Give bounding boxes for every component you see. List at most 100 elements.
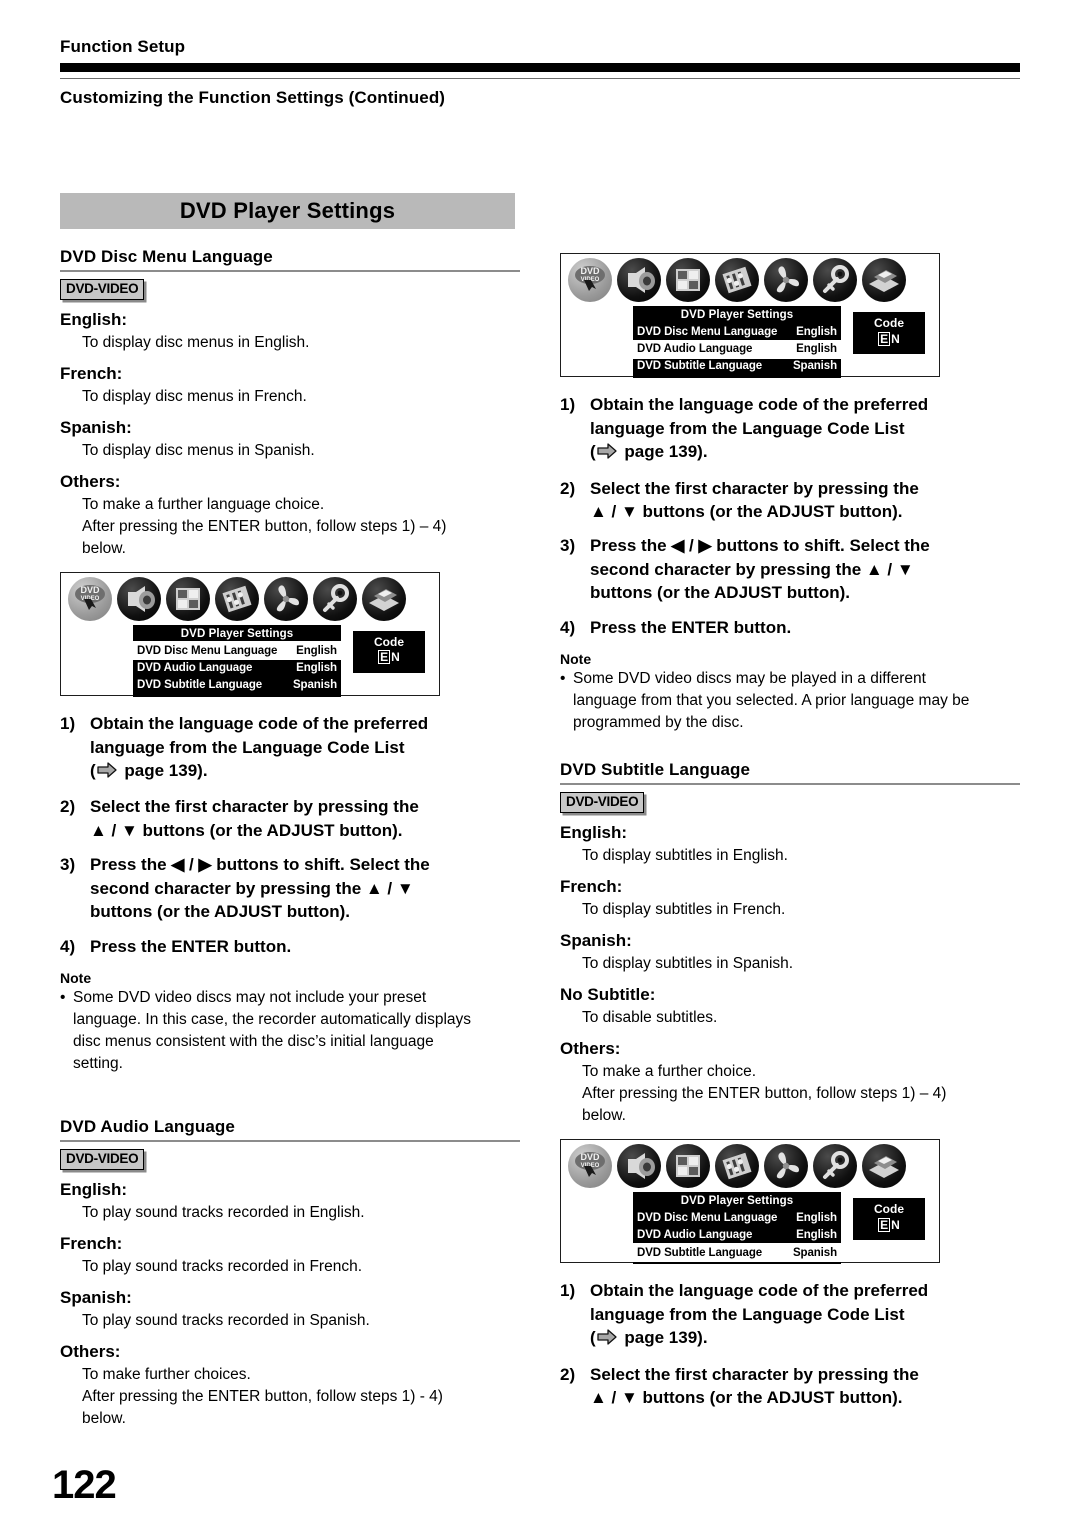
disc-tray-icon (862, 1144, 906, 1189)
step-text: Obtain the language code of the preferre… (90, 712, 520, 784)
step-number: 4) (560, 617, 576, 637)
desc-line: To make further choices. (82, 1366, 251, 1384)
page-header: Function Setup Customizing the Function … (60, 0, 1020, 108)
av-settings-icon (715, 258, 759, 303)
step-line: Obtain the language code of the preferre… (590, 1281, 929, 1301)
desc-line: To display disc menus in French. (82, 387, 307, 405)
option-desc: To disable subtitles. (582, 1007, 1020, 1029)
osd-row-value: Spanish (792, 360, 837, 373)
option-term: No Subtitle: (560, 985, 656, 1005)
option-term: Spanish: (560, 931, 632, 951)
disc-tray-icon (862, 258, 906, 303)
desc-line: To make a further choice. (582, 1063, 757, 1081)
osd-row-audio-language[interactable]: DVD Audio Language English (133, 659, 341, 676)
osd-menu-panel: DVD Player Settings DVD Disc Menu Langua… (632, 1192, 842, 1265)
option-term: Spanish: (60, 417, 132, 437)
step-number: 1) (560, 395, 576, 415)
subsection-heading-disc-menu: DVD Disc Menu Language (60, 247, 520, 273)
desc-line: To play sound tracks recorded in English… (82, 1203, 365, 1221)
badge-row-subtitle: DVD-VIDEO (560, 792, 1020, 813)
osd-row-label: DVD Subtitle Language (637, 1246, 763, 1259)
osd-screenshot-audio: DVDVIDEO (560, 253, 940, 379)
step-number: 1) (560, 1281, 576, 1301)
osd-row-label: DVD Disc Menu Language (637, 325, 778, 338)
step-item: 1) Obtain the language code of the prefe… (560, 393, 1020, 465)
step-line: second character by pressing the ▲ / ▼ (590, 559, 914, 579)
page-title: DVD Player Settings (179, 198, 396, 224)
desc-line: After pressing the ENTER button, follow … (582, 1085, 947, 1103)
steps-list-audio: 1) Obtain the language code of the prefe… (560, 393, 1020, 639)
step-line: Press the ENTER button. (590, 617, 792, 637)
key-lock-icon (813, 258, 857, 303)
osd-menu-title: DVD Player Settings (680, 309, 794, 322)
step-item: 1) Obtain the language code of the prefe… (560, 1279, 1020, 1351)
osd-row-label: DVD Disc Menu Language (137, 644, 278, 657)
osd-row-value: English (796, 325, 837, 338)
note-line: programmed by the disc. (573, 714, 744, 732)
paren-open: ( (590, 1328, 596, 1348)
step-text: Select the first character by pressing t… (590, 477, 1020, 524)
step-item: 3) Press the ◀ / ▶ buttons to shift. Sel… (60, 853, 520, 923)
osd-row-disc-menu-language[interactable]: DVD Disc Menu Language English (633, 1209, 841, 1226)
option-desc: To make a further language choice. After… (82, 494, 520, 560)
dvd-video-disc-icon: DVDVIDEO (68, 577, 112, 622)
dvd-video-disc-icon: DVDVIDEO (568, 1144, 612, 1189)
step-text: Press the ◀ / ▶ buttons to shift. Select… (90, 853, 520, 923)
note-item: • Some DVD video discs may not include y… (60, 987, 520, 1075)
subsection-heading-subtitle: DVD Subtitle Language (560, 760, 1020, 786)
display-grid-icon (166, 577, 210, 622)
osd-row-value: English (796, 1229, 837, 1242)
option-list-audio: English: To play sound tracks recorded i… (60, 1179, 520, 1430)
desc-line: To display subtitles in French. (582, 901, 786, 919)
osd-row-disc-menu-language[interactable]: DVD Disc Menu Language English (633, 323, 841, 340)
desc-line: To display disc menus in English. (82, 333, 310, 351)
osd-row-subtitle-language[interactable]: DVD Subtitle Language Spanish (632, 1243, 842, 1263)
note-block-disc-menu: Note • Some DVD video discs may not incl… (60, 969, 520, 1075)
osd-menu-title: DVD Player Settings (680, 1195, 794, 1208)
step-item: 2) Select the first character by pressin… (560, 477, 1020, 524)
osd-row-label: DVD Subtitle Language (137, 679, 263, 692)
osd-row-value: English (296, 644, 337, 657)
osd-row-audio-language[interactable]: DVD Audio Language English (632, 339, 842, 359)
page-reference-arrow-icon (97, 761, 117, 784)
option-list-disc-menu: English: To display disc menus in Englis… (60, 309, 520, 560)
osd-row-label: DVD Audio Language (637, 343, 753, 356)
header-subtitle: Customizing the Function Settings (Conti… (60, 88, 446, 108)
svg-text:DVD: DVD (580, 1152, 600, 1162)
step-item: 4) Press the ENTER button. (60, 935, 520, 958)
osd-menu-panel: DVD Player Settings DVD Disc Menu Langua… (132, 625, 342, 698)
osd-row-value: Spanish (792, 1246, 837, 1259)
disc-tray-icon (362, 577, 406, 622)
desc-line: below. (82, 540, 126, 558)
option-desc: To display subtitles in Spanish. (582, 953, 1020, 975)
function-fan-icon (764, 1144, 808, 1189)
step-line: Select the first character by pressing t… (590, 1364, 919, 1384)
step-number: 1) (60, 714, 76, 734)
display-grid-icon (666, 258, 710, 303)
step-line: Select the first character by pressing t… (590, 478, 919, 498)
step-number: 4) (60, 936, 76, 956)
bullet-icon: • (560, 670, 566, 688)
osd-row-audio-language[interactable]: DVD Audio Language English (633, 1227, 841, 1244)
option-term: Others: (560, 1039, 621, 1059)
step-item: 2) Select the first character by pressin… (560, 1363, 1020, 1410)
option-desc: To display disc menus in French. (82, 386, 520, 408)
header-kicker: Function Setup (60, 37, 186, 56)
option-desc: To play sound tracks recorded in French. (82, 1256, 520, 1278)
page-ref-text: page 139). (619, 442, 708, 462)
option-desc: To make a further choice. After pressing… (582, 1061, 1020, 1127)
dvd-video-badge: DVD-VIDEO (60, 279, 145, 300)
osd-row-subtitle-language[interactable]: DVD Subtitle Language Spanish (633, 358, 841, 375)
osd-row-label: DVD Subtitle Language (637, 360, 763, 373)
paren-open: ( (590, 442, 596, 462)
osd-row-label: DVD Audio Language (637, 1229, 753, 1242)
step-text: Press the ENTER button. (590, 616, 1020, 639)
step-line: Obtain the language code of the preferre… (590, 395, 929, 415)
osd-screenshot-disc-menu: DVDVIDEO (60, 572, 440, 698)
osd-row-subtitle-language[interactable]: DVD Subtitle Language Spanish (133, 677, 341, 694)
av-settings-icon (215, 577, 259, 622)
option-term: Spanish: (60, 1288, 132, 1308)
osd-row-disc-menu-language[interactable]: DVD Disc Menu Language English (132, 641, 342, 661)
note-title: Note (560, 651, 592, 668)
